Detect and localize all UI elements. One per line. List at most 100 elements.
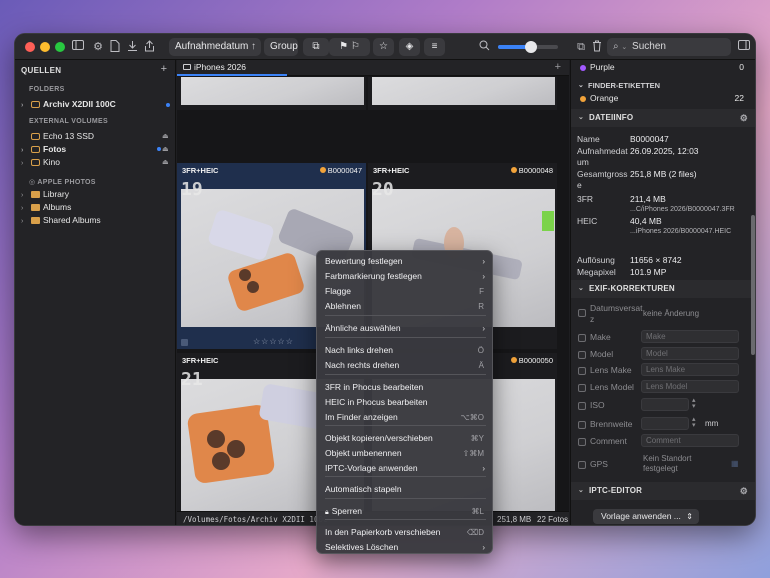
eject-icon[interactable]: ⏏	[162, 145, 169, 153]
chevron-right-icon[interactable]: ›	[21, 157, 29, 170]
comment-field[interactable]: Comment	[641, 434, 739, 447]
photo-cell[interactable]	[177, 77, 366, 110]
sidebar-item-albums[interactable]: › Albums	[21, 201, 71, 214]
lens-make-checkbox[interactable]	[578, 367, 586, 375]
menu-item[interactable]: HEIC in Phocus bearbeiten	[317, 395, 494, 410]
inspector-toggle-icon[interactable]	[737, 40, 751, 54]
search-dropdown-icon[interactable]: ⌄	[621, 44, 627, 51]
zoom-slider[interactable]	[498, 41, 558, 53]
stack-toggle-icon[interactable]: ⧉	[574, 40, 588, 54]
trash-icon[interactable]	[590, 40, 604, 54]
model-checkbox[interactable]	[578, 351, 586, 359]
photo-thumbnail	[372, 77, 555, 105]
sidebar-item-echo[interactable]: Echo 13 SSD	[21, 130, 94, 143]
menu-item[interactable]: Flagge F	[317, 284, 494, 299]
section-dateiinfo[interactable]: ⌄ DATEIINFO ⚙	[571, 109, 755, 127]
zoom-out-icon[interactable]	[477, 40, 491, 54]
chevron-down-icon: ⌄	[578, 487, 585, 494]
sidebar-item-fotos[interactable]: › Fotos	[21, 143, 66, 156]
rating-button[interactable]: ☆	[373, 38, 394, 56]
import-icon[interactable]	[125, 40, 139, 54]
iso-checkbox[interactable]	[578, 402, 586, 410]
sort-direction-icon[interactable]: ↑	[251, 38, 256, 56]
new-tab-icon[interactable]: +	[555, 61, 561, 73]
sidebar-item-archive[interactable]: › Archiv X2DII 100C	[21, 98, 116, 111]
minimize-window-button[interactable]	[40, 42, 50, 52]
location-icon[interactable]: ▦	[731, 459, 739, 468]
lens-make-field[interactable]: Lens Make	[641, 363, 739, 376]
document-icon[interactable]	[108, 40, 122, 54]
tab-iphones-2026[interactable]: iPhones 2026	[177, 60, 287, 76]
sidebar-toggle-icon[interactable]	[71, 40, 85, 54]
make-field[interactable]: Make	[641, 330, 739, 343]
model-field[interactable]: Model	[641, 347, 739, 360]
menu-item[interactable]: Bewertung festlegen ›	[317, 254, 494, 269]
photos-icon: ◎	[29, 179, 36, 186]
photo-cell[interactable]	[368, 77, 557, 110]
select-checkbox[interactable]	[181, 339, 188, 346]
chevron-right-icon[interactable]: ›	[21, 99, 29, 112]
iso-stepper[interactable]: ▴ ▾	[692, 397, 696, 410]
menu-item[interactable]: Ablehnen R	[317, 299, 494, 314]
menu-item[interactable]: Objekt kopieren/verschieben ⌘Y	[317, 431, 494, 446]
add-source-icon[interactable]: +	[161, 63, 167, 75]
menu-item[interactable]: Farbmarkierung festlegen ›	[317, 269, 494, 284]
filter-label-button[interactable]: ◈	[399, 38, 420, 56]
make-checkbox[interactable]	[578, 334, 586, 342]
search-input[interactable]: ⌕ ⌄ Suchen	[607, 38, 731, 56]
file-name-text: B0000050	[518, 356, 553, 365]
menu-item[interactable]: Ähnliche auswählen ›	[317, 321, 494, 336]
section-title: EXIF-KORREKTUREN	[589, 284, 675, 293]
group-button[interactable]: Group	[264, 38, 298, 56]
gear-icon[interactable]: ⚙	[91, 40, 105, 54]
menu-item[interactable]: 🔒︎ Sperren ⌘L	[317, 504, 494, 519]
sidebar-item-library[interactable]: › Library	[21, 188, 69, 201]
flag-button[interactable]: ⚑ ⚐ ✕	[329, 38, 370, 70]
eject-icon[interactable]: ⏏	[162, 132, 169, 140]
purple-label-row[interactable]: Purple 0	[571, 62, 755, 74]
close-window-button[interactable]	[25, 42, 35, 52]
menu-item[interactable]: Objekt umbenennen ⇧⌘M	[317, 446, 494, 461]
zoom-slider-thumb[interactable]	[525, 41, 537, 53]
date-offset-value[interactable]: keine Änderung	[643, 309, 699, 318]
lock-icon: 🔒︎	[325, 509, 329, 516]
search-icon: ⌕	[613, 41, 619, 52]
sort-by-button[interactable]: Aufnahmedatum ↑	[169, 38, 261, 56]
focal-length-stepper[interactable]: ▴ ▾	[692, 416, 696, 429]
menu-item[interactable]: 3FR in Phocus bearbeiten	[317, 380, 494, 395]
section-iptc-editor[interactable]: ⌄ IPTC-EDITOR ⚙	[571, 482, 755, 500]
menu-item[interactable]: In den Papierkorb verschieben ⌫D	[317, 525, 494, 540]
gear-icon[interactable]: ⚙	[740, 482, 748, 500]
filter-button[interactable]: ≡	[424, 38, 445, 56]
lens-model-checkbox[interactable]	[578, 384, 586, 392]
zoom-window-button[interactable]	[55, 42, 65, 52]
menu-item[interactable]: Nach rechts drehen Ä	[317, 358, 494, 373]
gps-checkbox[interactable]	[578, 461, 586, 469]
focal-length-field[interactable]	[641, 417, 689, 430]
gear-icon[interactable]: ⚙	[740, 109, 748, 127]
section-exif-korrekturen[interactable]: ⌄ EXIF-KORREKTUREN	[571, 280, 755, 298]
focal-length-checkbox[interactable]	[578, 421, 586, 429]
share-icon[interactable]	[142, 40, 156, 54]
eject-icon[interactable]: ⏏	[162, 158, 169, 166]
comment-checkbox[interactable]	[578, 438, 586, 446]
panel-scrollbar[interactable]	[751, 215, 755, 355]
star-rating[interactable]: ☆☆☆☆☆	[253, 337, 294, 346]
menu-item[interactable]: Automatisch stapeln	[317, 482, 494, 497]
sidebar-item-shared-albums[interactable]: › Shared Albums	[21, 214, 101, 227]
menu-item[interactable]: IPTC-Vorlage anwenden ›	[317, 461, 494, 476]
menu-item[interactable]: Nach links drehen Ö	[317, 343, 494, 358]
stack-button[interactable]: ⧉	[303, 38, 329, 56]
lens-model-field[interactable]: Lens Model	[641, 380, 739, 393]
chevron-right-icon[interactable]: ›	[21, 215, 29, 228]
apply-template-button[interactable]: Vorlage anwenden ... ⇕	[593, 509, 699, 524]
menu-item[interactable]: Im Finder anzeigen ⌥⌘O	[317, 410, 494, 425]
finder-tags-header[interactable]: ⌄ FINDER-ETIKETTEN	[571, 81, 755, 93]
megapixel-label: Megapixel	[577, 267, 616, 277]
iso-field[interactable]	[641, 398, 689, 411]
orange-label-row[interactable]: Orange 22	[571, 93, 755, 105]
date-offset-checkbox[interactable]	[578, 309, 586, 317]
menu-item[interactable]: Selektives Löschen ›	[317, 540, 494, 555]
status-path: /Volumes/Fotos/Archiv X2DII 100C	[183, 515, 328, 524]
sidebar-item-kino[interactable]: › Kino	[21, 156, 60, 169]
